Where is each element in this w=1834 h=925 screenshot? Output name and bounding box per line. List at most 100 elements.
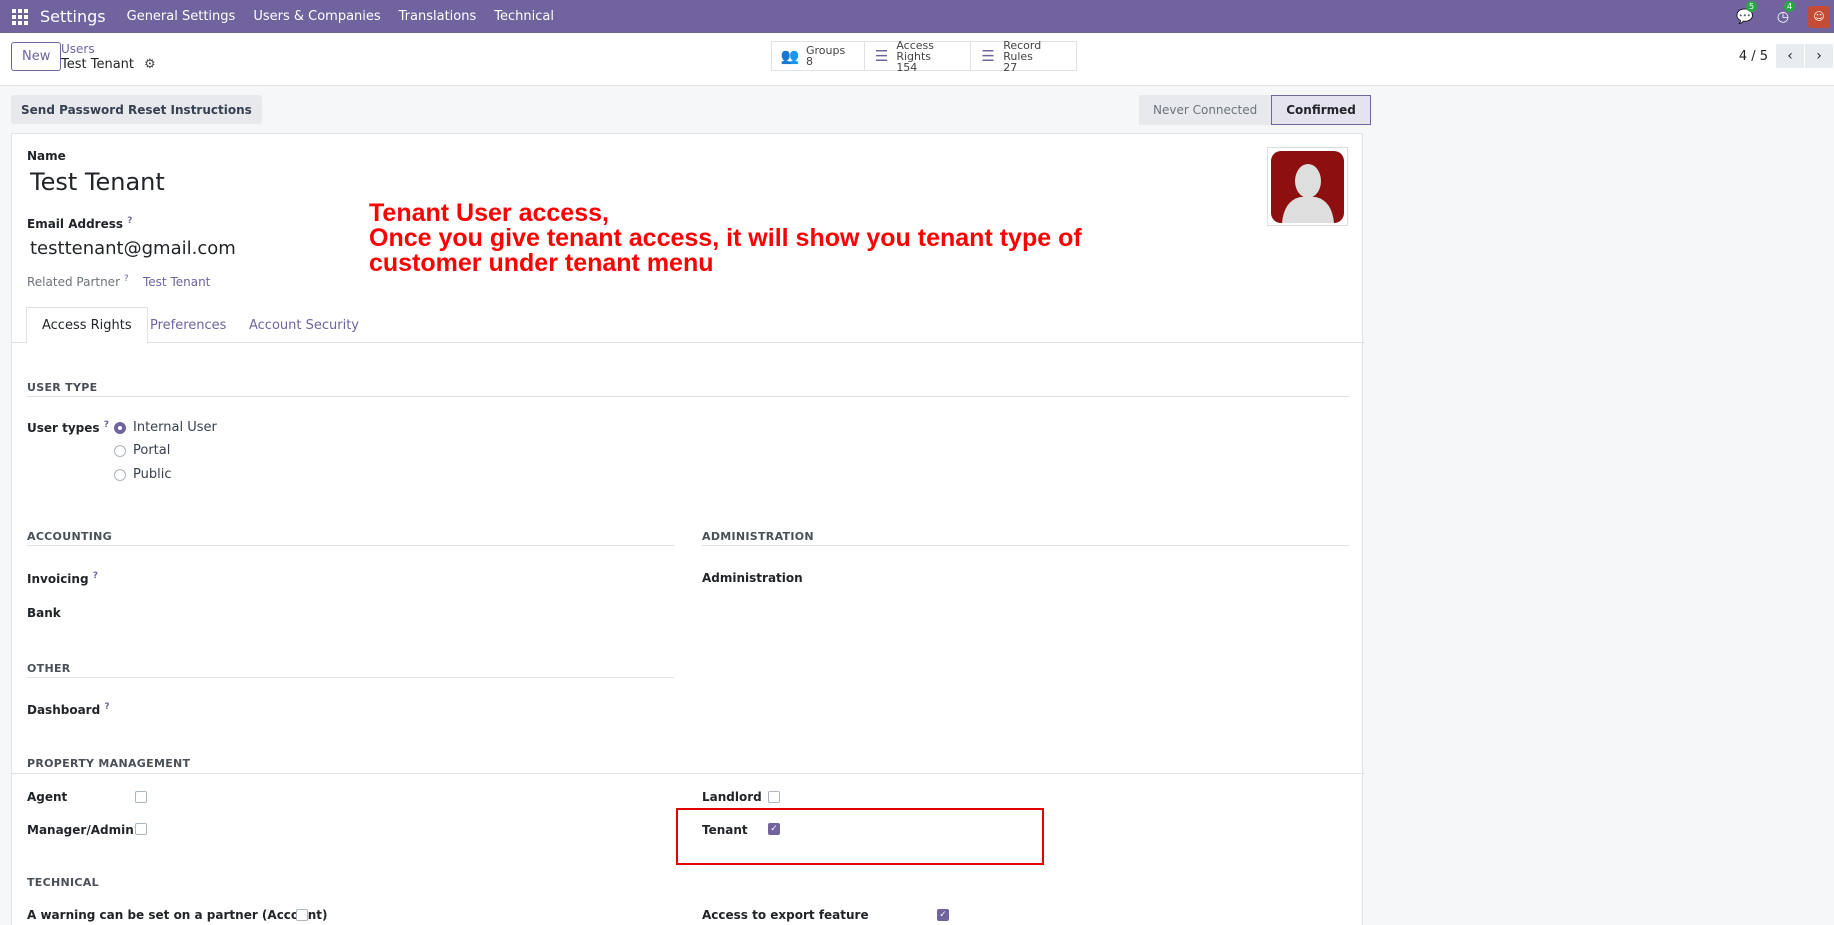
divider <box>702 545 1349 546</box>
record-rules-smart-button[interactable]: ☰ Record Rules 27 <box>971 38 1076 74</box>
activities-icon[interactable]: ◷ 4 <box>1764 0 1802 25</box>
divider <box>27 396 1349 397</box>
gear-icon[interactable]: ⚙ <box>144 57 156 72</box>
email-label: Email Address ? <box>27 216 132 231</box>
breadcrumb-users[interactable]: Users <box>61 42 95 56</box>
menu-technical[interactable]: Technical <box>485 9 563 24</box>
list-icon: ☰ <box>981 47 995 65</box>
dashboard-label: Dashboard ? <box>27 702 110 717</box>
app-title[interactable]: Settings <box>40 7 106 26</box>
invoicing-label-text: Invoicing <box>27 572 89 586</box>
partner-warning-checkbox[interactable] <box>296 909 308 921</box>
manager-admin-label: Manager/Admin <box>27 823 134 837</box>
partner-label: Related Partner ? <box>27 274 129 289</box>
agent-label: Agent <box>27 790 68 804</box>
record-rules-value: 27 <box>1003 60 1018 74</box>
user-types-label: User types ? <box>27 420 109 435</box>
section-accounting: ACCOUNTING <box>27 530 112 543</box>
menu-general-settings[interactable]: General Settings <box>118 9 245 24</box>
partner-warning-label: A warning can be set on a partner (Accou… <box>27 908 328 922</box>
radio-label: Internal User <box>133 420 217 435</box>
stage-never-connected[interactable]: Never Connected <box>1139 95 1272 125</box>
pager-value[interactable]: 4 / 5 <box>1739 49 1768 64</box>
tutorial-annotation: Tenant User access, Once you give tenant… <box>369 201 1082 276</box>
control-panel: New Users Test Tenant ⚙ 👥 Groups 8 ☰ Acce… <box>0 33 1834 86</box>
manager-admin-checkbox[interactable] <box>135 823 147 835</box>
divider <box>12 773 1364 774</box>
dashboard-label-text: Dashboard <box>27 703 101 717</box>
landlord-checkbox[interactable] <box>768 791 780 803</box>
help-icon[interactable]: ? <box>127 216 132 226</box>
groups-value: 8 <box>806 55 813 68</box>
administration-label: Administration <box>702 571 803 585</box>
related-partner-link[interactable]: Test Tenant <box>143 275 210 289</box>
invoicing-label: Invoicing ? <box>27 571 98 586</box>
stage-confirmed[interactable]: Confirmed <box>1271 95 1371 125</box>
radio-button[interactable] <box>114 421 126 434</box>
apps-menu-icon[interactable] <box>0 0 40 33</box>
messages-icon[interactable]: 💬 5 <box>1726 0 1764 25</box>
tab-preferences[interactable]: Preferences <box>135 307 241 344</box>
section-technical: TECHNICAL <box>27 876 99 889</box>
tab-account-security[interactable]: Account Security <box>234 307 374 344</box>
annotation-highlight-box <box>676 808 1044 865</box>
annotation-line-1: Tenant User access, <box>369 199 609 227</box>
breadcrumb-current-label: Test Tenant <box>61 57 135 72</box>
access-rights-value: 154 <box>896 60 918 74</box>
users-icon: 👥 <box>780 47 800 65</box>
radio-label: Public <box>133 467 172 482</box>
menu-translations[interactable]: Translations <box>390 9 486 24</box>
form-sheet: Name Test Tenant Email Address ? testten… <box>11 133 1364 925</box>
export-feature-label: Access to export feature <box>702 908 869 922</box>
email-field[interactable]: testtenant@gmail.com <box>30 238 236 259</box>
send-password-reset-button[interactable]: Send Password Reset Instructions <box>11 95 262 124</box>
divider <box>27 677 674 678</box>
access-rights-smart-button[interactable]: ☰ Access Rights 154 <box>865 38 971 74</box>
status-bar: Never Connected Confirmed <box>1139 95 1371 125</box>
notebook-tabs: Access Rights Preferences Account Securi… <box>12 307 1364 344</box>
section-other: OTHER <box>27 662 71 675</box>
radio-internal-user[interactable]: Internal User <box>114 420 217 435</box>
groups-smart-button[interactable]: 👥 Groups 8 <box>772 42 865 70</box>
access-rights-label: Access Rights <box>896 38 934 63</box>
avatar-silhouette-icon <box>1271 150 1344 223</box>
radio-button[interactable] <box>114 444 126 457</box>
chevron-left-icon[interactable]: ‹ <box>1776 44 1804 68</box>
top-navbar: Settings General Settings Users & Compan… <box>0 0 1834 33</box>
messages-badge: 5 <box>1746 0 1758 12</box>
name-field[interactable]: Test Tenant <box>30 168 165 196</box>
section-property-management: PROPERTY MANAGEMENT <box>27 757 191 770</box>
help-icon[interactable]: ? <box>104 420 109 430</box>
list-icon: ☰ <box>874 47 889 65</box>
activities-badge: 4 <box>1784 0 1796 12</box>
radio-label: Portal <box>133 443 171 458</box>
section-user-type: USER TYPE <box>27 381 98 394</box>
radio-public[interactable]: Public <box>114 467 171 482</box>
new-button[interactable]: New <box>11 42 62 71</box>
annotation-line-2: Once you give tenant access, it will sho… <box>369 224 1082 252</box>
agent-checkbox[interactable] <box>135 791 147 803</box>
checkmark-icon: ✓ <box>939 909 947 920</box>
export-feature-checkbox[interactable]: ✓ <box>937 909 949 921</box>
help-icon[interactable]: ? <box>104 702 109 712</box>
bank-label: Bank <box>27 606 61 620</box>
annotation-line-3: customer under tenant menu <box>369 249 714 277</box>
section-administration: ADMINISTRATION <box>702 530 814 543</box>
tab-access-rights[interactable]: Access Rights <box>26 307 148 344</box>
smart-buttons: 👥 Groups 8 ☰ Access Rights 154 ☰ Record Ru… <box>771 38 1077 74</box>
email-label-text: Email Address <box>27 217 124 231</box>
chevron-right-icon[interactable]: › <box>1805 44 1833 68</box>
user-types-label-text: User types <box>27 421 100 435</box>
name-label: Name <box>27 149 66 163</box>
user-photo[interactable] <box>1267 147 1348 226</box>
pager: 4 / 5 ‹ › <box>1739 44 1834 68</box>
menu-users-companies[interactable]: Users & Companies <box>244 9 389 24</box>
help-icon[interactable]: ? <box>93 571 98 581</box>
user-avatar[interactable]: ☺ <box>1808 5 1830 28</box>
divider <box>27 545 674 546</box>
record-rules-label: Record Rules <box>1003 38 1042 63</box>
partner-label-text: Related Partner <box>27 275 120 289</box>
radio-button[interactable] <box>114 468 126 481</box>
help-icon[interactable]: ? <box>124 274 129 284</box>
radio-portal[interactable]: Portal <box>114 443 170 458</box>
